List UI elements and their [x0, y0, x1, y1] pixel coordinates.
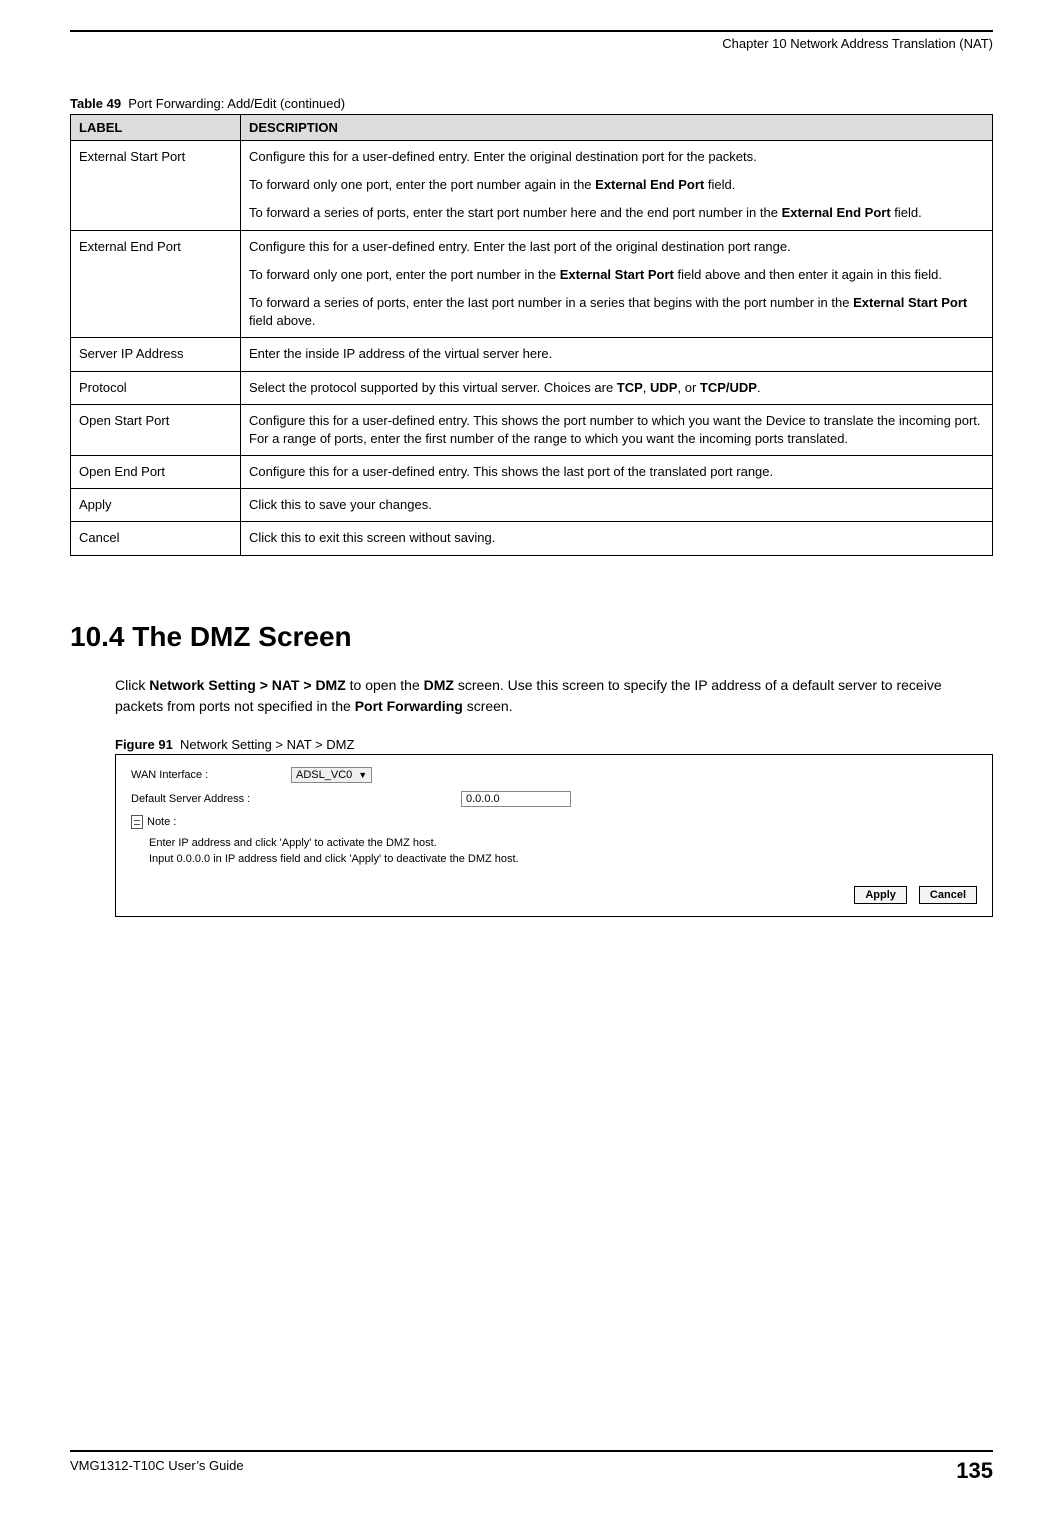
- row-label: Protocol: [71, 371, 241, 404]
- table-header-description: DESCRIPTION: [241, 115, 993, 141]
- note-line-2: Input 0.0.0.0 in IP address field and cl…: [149, 851, 977, 868]
- table-row: External End Port Configure this for a us…: [71, 230, 993, 338]
- row-label: Server IP Address: [71, 338, 241, 371]
- row-label: External Start Port: [71, 141, 241, 231]
- row-description: Configure this for a user-defined entry.…: [241, 141, 993, 231]
- wan-interface-value: ADSL_VC0: [296, 769, 352, 781]
- row-description: Configure this for a user-defined entry.…: [241, 230, 993, 338]
- table-row: Server IP Address Enter the inside IP add…: [71, 338, 993, 371]
- chapter-title: Chapter 10 Network Address Translation (…: [70, 36, 993, 51]
- table-caption: Table 49 Port Forwarding: Add/Edit (cont…: [70, 96, 993, 111]
- note-label: Note :: [147, 816, 176, 828]
- default-server-input[interactable]: [461, 791, 571, 807]
- table-row: Protocol Select the protocol supported by…: [71, 371, 993, 404]
- header-rule: [70, 30, 993, 32]
- table-row: Open End Port Configure this for a user-d…: [71, 456, 993, 489]
- row-description: Configure this for a user-defined entry.…: [241, 456, 993, 489]
- row-description-para: Select the protocol supported by this vi…: [249, 379, 984, 397]
- figure-caption: Figure 91 Network Setting > NAT > DMZ: [115, 737, 993, 752]
- row-description-para: Enter the inside IP address of the virtu…: [249, 345, 984, 363]
- row-description-para: Configure this for a user-defined entry.…: [249, 412, 984, 448]
- section-heading: 10.4 The DMZ Screen: [70, 621, 993, 653]
- table-header-label: LABEL: [71, 115, 241, 141]
- row-description-para: Configure this for a user-defined entry.…: [249, 238, 984, 256]
- table-row: External Start Port Configure this for a …: [71, 141, 993, 231]
- note-block: Note : Enter IP address and click 'Apply…: [131, 815, 977, 868]
- table-row: Cancel Click this to exit this screen wit…: [71, 522, 993, 555]
- row-description: Enter the inside IP address of the virtu…: [241, 338, 993, 371]
- table-caption-text: Port Forwarding: Add/Edit (continued): [128, 96, 345, 111]
- row-label: External End Port: [71, 230, 241, 338]
- row-description: Click this to save your changes.: [241, 489, 993, 522]
- page-footer: VMG1312-T10C User’s Guide 135: [70, 1450, 993, 1484]
- dmz-figure: WAN Interface : ADSL_VC0 ▼ Default Serve…: [115, 754, 993, 917]
- row-description-para: To forward only one port, enter the port…: [249, 176, 984, 194]
- row-description-para: Click this to exit this screen without s…: [249, 529, 984, 547]
- row-description-para: Configure this for a user-defined entry.…: [249, 463, 984, 481]
- table-caption-label: Table 49: [70, 96, 121, 111]
- footer-guide: VMG1312-T10C User’s Guide: [70, 1458, 244, 1484]
- row-description-para: To forward a series of ports, enter the …: [249, 204, 984, 222]
- figure-caption-text: Network Setting > NAT > DMZ: [180, 737, 354, 752]
- row-description-para: Click this to save your changes.: [249, 496, 984, 514]
- port-forwarding-table: LABEL DESCRIPTION External Start Port Con…: [70, 114, 993, 556]
- note-icon: [131, 815, 143, 829]
- table-row: Open Start PortConfigure this for a user…: [71, 404, 993, 455]
- row-description: Configure this for a user-defined entry.…: [241, 404, 993, 455]
- table-row: Apply Click this to save your changes.: [71, 489, 993, 522]
- chevron-down-icon: ▼: [358, 770, 367, 780]
- apply-button[interactable]: Apply: [854, 886, 907, 904]
- row-description-para: Configure this for a user-defined entry.…: [249, 148, 984, 166]
- row-description-para: To forward a series of ports, enter the …: [249, 294, 984, 330]
- default-server-label: Default Server Address :: [131, 793, 291, 805]
- wan-interface-select[interactable]: ADSL_VC0 ▼: [291, 767, 372, 783]
- row-label: Cancel: [71, 522, 241, 555]
- note-line-1: Enter IP address and click 'Apply' to ac…: [149, 835, 977, 852]
- cancel-button[interactable]: Cancel: [919, 886, 977, 904]
- row-label: Open Start Port: [71, 404, 241, 455]
- page-number: 135: [956, 1458, 993, 1484]
- row-description: Click this to exit this screen without s…: [241, 522, 993, 555]
- wan-interface-label: WAN Interface :: [131, 769, 291, 781]
- row-label: Apply: [71, 489, 241, 522]
- section-body: Click Network Setting > NAT > DMZ to ope…: [115, 675, 993, 717]
- row-description: Select the protocol supported by this vi…: [241, 371, 993, 404]
- row-label: Open End Port: [71, 456, 241, 489]
- figure-caption-label: Figure 91: [115, 737, 173, 752]
- row-description-para: To forward only one port, enter the port…: [249, 266, 984, 284]
